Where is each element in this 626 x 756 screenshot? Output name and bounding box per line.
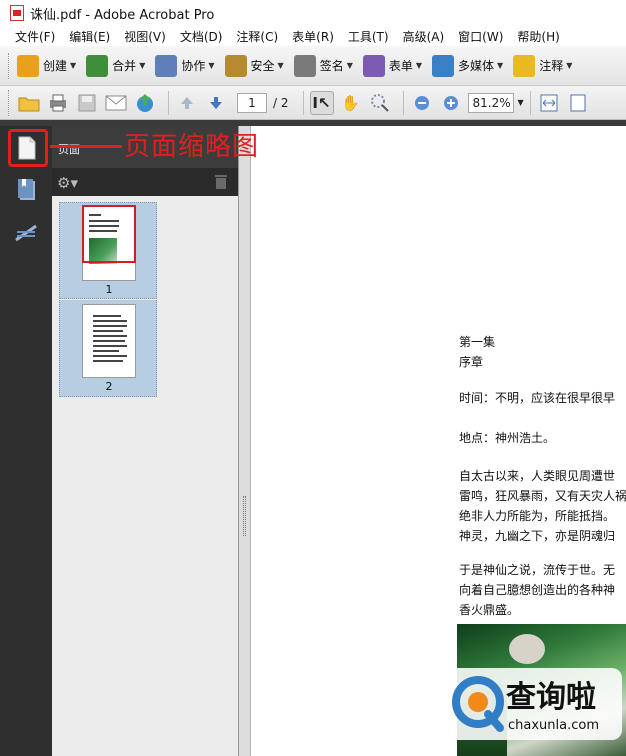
marquee-zoom-icon[interactable] — [368, 91, 392, 115]
comment-button[interactable]: 注释 ▼ — [513, 54, 573, 77]
multimedia-button[interactable]: 多媒体 ▼ — [432, 54, 504, 77]
zoom-dropdown-icon[interactable]: ▼ — [518, 98, 524, 107]
toolbar-separator — [529, 90, 531, 115]
toolbar-separator — [168, 90, 169, 115]
forms-button[interactable]: 表单 ▼ — [362, 54, 423, 77]
previous-page-icon[interactable] — [175, 91, 199, 115]
doc-line-place: 地点：神州浩土。 — [459, 431, 556, 445]
create-icon — [17, 54, 39, 77]
thumbnail-page-2[interactable]: 2 — [59, 300, 157, 397]
menu-comments[interactable]: 注释(C) — [229, 28, 285, 45]
dropdown-caret-icon: ▼ — [566, 61, 573, 70]
menu-tools[interactable]: 工具(T) — [341, 28, 396, 45]
open-folder-icon[interactable] — [17, 91, 41, 115]
thumbnail-page-2-image — [82, 304, 136, 378]
document-view[interactable]: 第一集 序章 时间：不明，应该在很早很早 地点：神州浩土。 自太古以来，人类眼见… — [252, 126, 626, 756]
fit-width-icon[interactable] — [537, 91, 561, 115]
doc-line-p1-1: 自太古以来，人类眼见周遭世 — [459, 469, 616, 483]
comment-icon — [513, 54, 536, 77]
dropdown-caret-icon: ▼ — [415, 61, 423, 70]
email-icon[interactable] — [104, 91, 128, 115]
combine-icon — [86, 54, 109, 77]
pane-splitter[interactable] — [238, 126, 251, 756]
collaborate-button[interactable]: 协作 ▼ — [155, 54, 215, 77]
doc-line-title: 第一集 — [459, 335, 496, 349]
watermark-url: chaxunla.com — [508, 718, 599, 733]
page-total: / 2 — [273, 95, 289, 110]
menu-view[interactable]: 视图(V) — [117, 28, 173, 45]
bookmarks-icon[interactable] — [16, 178, 38, 200]
dropdown-caret-icon: ▼ — [139, 61, 146, 70]
secure-button[interactable]: 安全 ▼ — [224, 54, 284, 77]
hand-tool-icon[interactable]: ✋ — [339, 91, 363, 115]
navigation-pane-rail — [0, 126, 52, 756]
signatures-icon[interactable] — [14, 222, 37, 244]
fit-page-icon[interactable] — [566, 91, 590, 115]
doc-line-p1-3: 绝非人力所能为，所能抵挡。 — [459, 509, 616, 523]
doc-line-p2-2: 向着自己臆想创造出的各种神 — [459, 583, 616, 597]
zoom-in-icon[interactable] — [439, 91, 463, 115]
annotation-pointer-line — [50, 145, 122, 148]
title-bar: 诛仙.pdf - Adobe Acrobat Pro — [0, 0, 626, 26]
doc-line-prologue: 序章 — [459, 355, 484, 369]
menu-advanced[interactable]: 高级(A) — [396, 28, 452, 45]
upload-globe-icon[interactable] — [133, 91, 157, 115]
acrobat-window: 诛仙.pdf - Adobe Acrobat Pro 文件(F) 编辑(E) 视… — [0, 0, 626, 756]
photo-figure — [509, 634, 545, 664]
doc-line-time: 时间：不明，应该在很早很早 — [459, 391, 616, 405]
next-page-icon[interactable] — [204, 91, 228, 115]
pen-icon — [293, 54, 316, 77]
pages-panel-toolbar: ⚙▾ — [52, 168, 238, 196]
delete-trash-icon[interactable] — [214, 174, 228, 193]
menu-document[interactable]: 文档(D) — [173, 28, 230, 45]
tasks-toolbar: 创建 ▼ 合并 ▼ 协作 ▼ 安全 ▼ 签名 ▼ 表单 ▼ 多媒体 ▼ 注释 ▼ — [0, 46, 626, 86]
toolbar-separator — [402, 90, 404, 115]
save-icon[interactable] — [75, 91, 99, 115]
window-title: 诛仙.pdf - Adobe Acrobat Pro — [30, 7, 215, 23]
collaborate-icon — [155, 54, 178, 77]
zoom-out-icon[interactable] — [410, 91, 434, 115]
dropdown-caret-icon: ▼ — [346, 61, 353, 70]
zoom-level-field[interactable]: 81.2% — [467, 92, 514, 113]
dropdown-caret-icon: ▼ — [277, 61, 284, 70]
sign-button[interactable]: 签名 ▼ — [293, 54, 353, 77]
navigation-toolbar: 1 / 2 I↖ ✋ 81.2% ▼ — [0, 86, 626, 120]
thumbnail-visible-area-box — [82, 205, 136, 263]
toolbar-separator — [302, 90, 304, 115]
doc-line-p2-3: 香火鼎盛。 — [459, 603, 520, 617]
pages-icon-highlight — [8, 129, 48, 167]
toolbar-grip[interactable] — [8, 89, 11, 116]
select-tool-icon[interactable]: I↖ — [309, 90, 334, 115]
toolbar-grip[interactable] — [8, 52, 11, 79]
menu-edit[interactable]: 编辑(E) — [62, 28, 117, 45]
menu-window[interactable]: 窗口(W) — [451, 28, 510, 45]
dropdown-caret-icon: ▼ — [70, 61, 77, 70]
page-number-input[interactable]: 1 — [237, 92, 267, 113]
pdf-file-icon — [10, 5, 24, 21]
form-icon — [362, 54, 385, 77]
create-button[interactable]: 创建 ▼ — [17, 54, 77, 77]
splitter-grip[interactable] — [243, 496, 246, 536]
menu-file[interactable]: 文件(F) — [8, 28, 62, 45]
options-gear-icon[interactable]: ⚙▾ — [57, 174, 78, 192]
thumbnail-page-1[interactable]: 1 — [59, 202, 157, 299]
thumbnail-page-1-number: 1 — [105, 283, 113, 296]
doc-line-p2-1: 于是神仙之说，流传于世。无 — [459, 563, 616, 577]
annotation-label: 页面缩略图 — [124, 132, 260, 162]
lock-icon — [224, 54, 247, 77]
dropdown-caret-icon: ▼ — [497, 61, 504, 70]
multimedia-icon — [432, 54, 455, 77]
thumbnail-page-2-number: 2 — [105, 380, 113, 393]
combine-button[interactable]: 合并 ▼ — [86, 54, 146, 77]
doc-line-p1-4: 神灵，九幽之下，亦是阴魂归 — [459, 529, 616, 543]
menu-help[interactable]: 帮助(H) — [510, 28, 566, 45]
watermark: 查询啦 chaxunla.com — [446, 668, 622, 740]
watermark-brand: 查询啦 — [506, 680, 596, 715]
doc-line-p1-2: 雷鸣，狂风暴雨，又有天灾人祸 — [459, 489, 626, 503]
menu-bar: 文件(F) 编辑(E) 视图(V) 文档(D) 注释(C) 表单(R) 工具(T… — [0, 26, 626, 46]
menu-forms[interactable]: 表单(R) — [285, 28, 341, 45]
print-icon[interactable] — [46, 91, 70, 115]
dropdown-caret-icon: ▼ — [208, 61, 215, 70]
